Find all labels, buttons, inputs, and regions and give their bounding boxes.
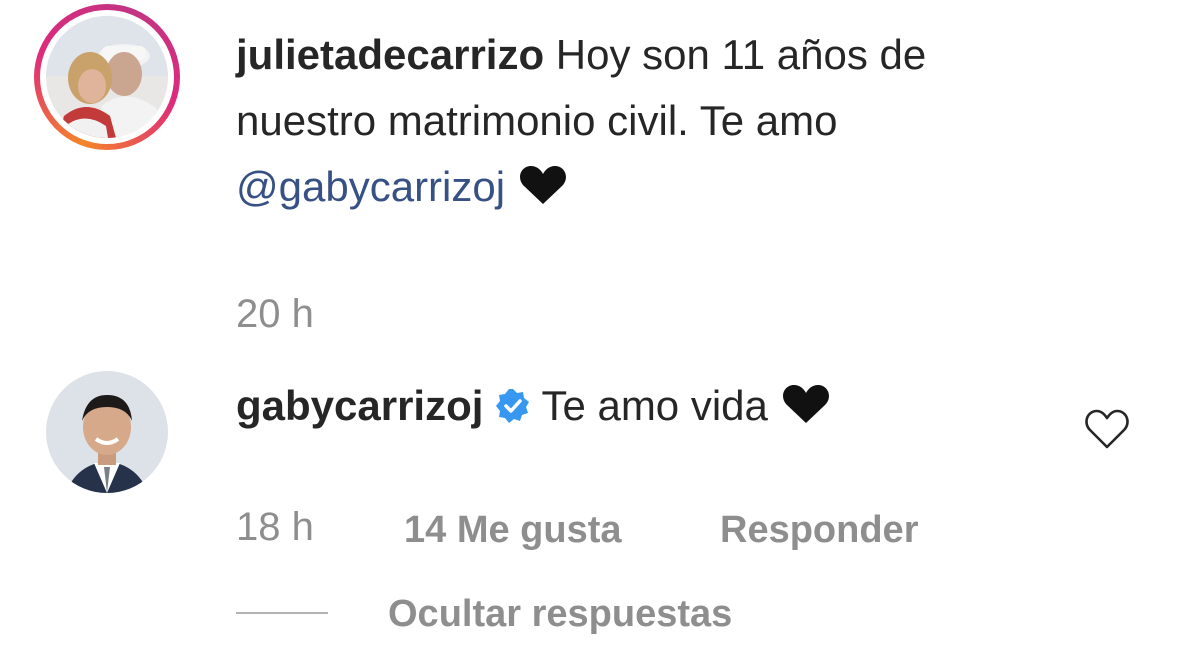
username-link[interactable]: gabycarrizoj: [236, 382, 483, 429]
mention-link[interactable]: @gabycarrizoj: [236, 163, 505, 210]
like-heart-icon[interactable]: [1084, 406, 1130, 452]
comment-timestamp[interactable]: 20 h: [236, 292, 314, 337]
verified-badge-icon: [495, 377, 531, 443]
comment-text: Te amo vida: [541, 382, 768, 429]
comment-line-2: nuestro matrimonio civil. Te amo: [236, 97, 838, 144]
comment-text: Hoy son 11 años de: [555, 31, 927, 78]
replies-divider-line: [236, 612, 328, 614]
hide-replies-button[interactable]: Ocultar respuestas: [388, 593, 732, 636]
black-heart-icon: [519, 158, 567, 224]
likes-count-link[interactable]: 14 Me gusta: [404, 509, 622, 552]
couple-photo-image: [46, 16, 168, 138]
avatar-story-ring[interactable]: [34, 4, 180, 150]
avatar-gabycarrizoj[interactable]: [46, 371, 168, 493]
comment-timestamp[interactable]: 18 h: [236, 505, 314, 550]
black-heart-icon: [782, 377, 830, 443]
comment-body: julietadecarrizo Hoy son 11 años de nues…: [236, 22, 926, 224]
avatar-ring-gap: [40, 10, 174, 144]
comment-gabycarrizoj: gabycarrizoj Te amo vida 18 h 14 Me gusta…: [0, 345, 1200, 655]
username-link[interactable]: julietadecarrizo: [236, 31, 544, 78]
reply-button[interactable]: Responder: [720, 509, 918, 552]
comment-line-1: julietadecarrizo Hoy son 11 años de: [236, 22, 926, 88]
avatar-julietadecarrizo[interactable]: [46, 16, 168, 138]
comment-body: gabycarrizoj Te amo vida: [236, 373, 830, 443]
comment-line-3: @gabycarrizoj: [236, 154, 926, 224]
comment-julietadecarrizo: julietadecarrizo Hoy son 11 años de nues…: [0, 0, 1200, 345]
profile-photo-image: [46, 371, 168, 493]
